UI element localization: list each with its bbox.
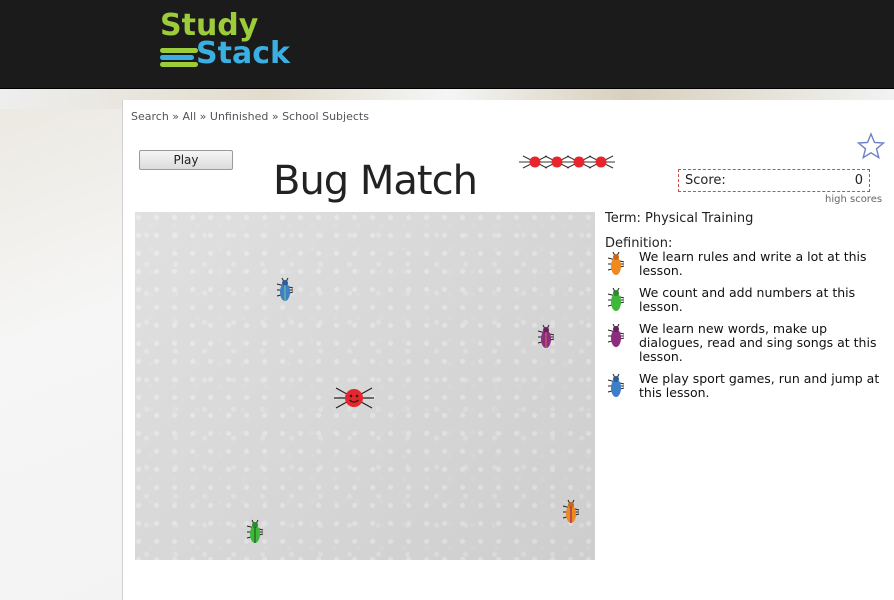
breadcrumb-all[interactable]: All xyxy=(183,110,197,123)
breadcrumb-separator: » xyxy=(172,110,180,123)
breadcrumb-separator: » xyxy=(271,110,279,123)
logo-word-stack: Stack xyxy=(196,36,290,71)
green-bug-icon xyxy=(607,287,625,311)
breadcrumb-unfinished[interactable]: Unfinished xyxy=(210,110,268,123)
breadcrumb-school-subjects[interactable]: School Subjects xyxy=(282,110,369,123)
definition-option[interactable]: We learn new words, make up dialogues, r… xyxy=(605,322,894,364)
definition-option[interactable]: We count and add numbers at this lesson. xyxy=(605,286,894,314)
definition-text: We learn new words, make up dialogues, r… xyxy=(639,321,877,364)
definition-option[interactable]: We play sport games, run and jump at thi… xyxy=(605,372,894,400)
definition-text: We play sport games, run and jump at thi… xyxy=(639,371,880,400)
term-value: Physical Training xyxy=(645,211,754,226)
studystack-logo[interactable]: Study Stack xyxy=(160,8,310,78)
blue-bug-icon xyxy=(607,373,625,397)
spider-icon[interactable] xyxy=(334,384,374,412)
score-value: 0 xyxy=(854,173,863,188)
orange-bug-icon xyxy=(607,251,625,275)
game-field[interactable] xyxy=(135,212,595,560)
score-label: Score: xyxy=(685,173,726,188)
breadcrumb-separator: » xyxy=(199,110,207,123)
star-icon[interactable] xyxy=(857,132,885,160)
definition-list: We learn rules and write a lot at this l… xyxy=(605,250,894,408)
green-bug-icon[interactable] xyxy=(244,518,266,546)
term-label: Term xyxy=(605,211,637,226)
lives-indicator xyxy=(519,155,615,169)
high-scores-link[interactable]: high scores xyxy=(825,194,882,205)
game-title: Bug Match xyxy=(273,158,478,204)
breadcrumb: Search » All » Unfinished » School Subje… xyxy=(131,110,369,123)
decorative-background xyxy=(0,109,122,600)
breadcrumb-search[interactable]: Search xyxy=(131,110,169,123)
definition-text: We learn rules and write a lot at this l… xyxy=(639,249,867,278)
site-header: Study Stack xyxy=(0,0,894,89)
purple-bug-icon[interactable] xyxy=(535,323,557,351)
definition-option[interactable]: We learn rules and write a lot at this l… xyxy=(605,250,894,278)
game-panel: Search » All » Unfinished » School Subje… xyxy=(122,100,894,600)
logo-books-icon xyxy=(160,48,200,69)
score-box: Score: 0 xyxy=(678,169,870,192)
orange-bug-icon[interactable] xyxy=(560,498,582,526)
purple-bug-icon xyxy=(607,323,625,347)
play-button[interactable]: Play xyxy=(139,150,233,170)
blue-bug-icon[interactable] xyxy=(274,276,296,304)
term-line: Term: Physical Training xyxy=(605,211,754,226)
definition-text: We count and add numbers at this lesson. xyxy=(639,285,856,314)
